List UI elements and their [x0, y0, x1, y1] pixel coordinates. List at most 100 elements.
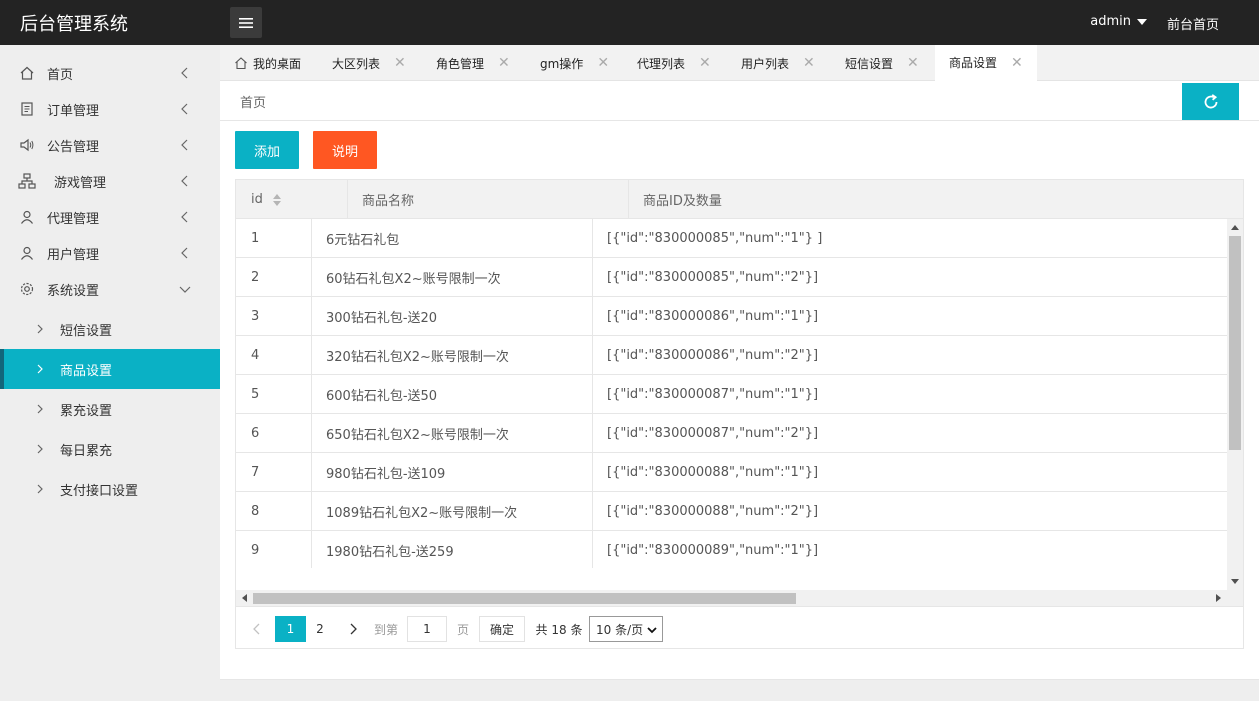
next-page-button[interactable] [344, 616, 364, 642]
sitemap-icon [18, 172, 36, 190]
cell-id: 2 [251, 270, 260, 285]
cell-name: 980钻石礼包-送109 [326, 467, 446, 482]
column-label: 商品名称 [362, 194, 415, 209]
page-2-button[interactable]: 2 [310, 616, 330, 642]
cell-id: 8 [251, 504, 260, 519]
cell-name: 1089钻石礼包X2~账号限制一次 [326, 506, 518, 521]
user-menu[interactable]: admin [1090, 14, 1147, 29]
vertical-scrollbar[interactable] [1227, 219, 1243, 590]
footer-bar [220, 679, 1259, 701]
tab-product-settings[interactable]: 商品设置 ✕ [935, 45, 1037, 81]
tab-agent-list[interactable]: 代理列表 ✕ [637, 45, 711, 81]
instructions-button[interactable]: 说明 [313, 131, 377, 169]
sidebar-item-label: 游戏管理 [54, 175, 107, 191]
close-icon[interactable]: ✕ [1011, 55, 1023, 71]
sidebar-item-label: 订单管理 [47, 103, 100, 119]
cell-name: 300钻石礼包-送20 [326, 311, 438, 326]
prev-page-button[interactable] [246, 616, 266, 642]
menu-toggle-button[interactable] [230, 7, 262, 38]
chevron-left-icon [253, 623, 260, 635]
page-1-button[interactable]: 1 [275, 616, 306, 642]
sidebar-subitem-label: 每日累充 [60, 443, 113, 459]
page-unit-label: 页 [456, 622, 469, 637]
tab-label: 商品设置 [949, 56, 998, 70]
tab-label: 大区列表 [332, 56, 381, 71]
sidebar-item-system-settings[interactable]: 系统设置 [0, 271, 220, 307]
add-button[interactable]: 添加 [235, 131, 299, 169]
tab-user-list[interactable]: 用户列表 ✕ [741, 45, 815, 81]
tab-role-management[interactable]: 角色管理 ✕ [436, 45, 510, 81]
pagination: 1 2 到第 1 页 确定 共 18 条 10 条/页 [236, 606, 1243, 648]
sidebar-subitem-payment-settings[interactable]: 支付接口设置 [0, 469, 220, 509]
app-brand: 后台管理系统 [20, 14, 128, 35]
page-size-select[interactable]: 10 条/页 [589, 616, 663, 642]
table-row: 2 60钻石礼包X2~账号限制一次 [{"id":"830000085","num"… [236, 258, 1227, 297]
tab-label: 代理列表 [637, 56, 686, 71]
scroll-up-icon[interactable] [1231, 224, 1239, 230]
cell-items: [{"id":"830000086","num":"2"}] [607, 348, 819, 363]
column-header-id[interactable]: id [236, 180, 347, 219]
tab-gm-operation[interactable]: gm操作 ✕ [540, 45, 609, 81]
sidebar-item-games[interactable]: 游戏管理 [0, 163, 220, 199]
sidebar-subitem-recharge-settings[interactable]: 累充设置 [0, 389, 220, 429]
chevron-left-icon [181, 175, 188, 187]
cell-id: 7 [251, 465, 260, 480]
home-icon [235, 57, 247, 70]
goto-page-input[interactable]: 1 [407, 616, 447, 642]
scroll-down-icon[interactable] [1231, 579, 1239, 585]
table-header: id 商品名称 商品ID及数量 [236, 180, 1243, 219]
sidebar-subitem-label: 累充设置 [60, 403, 113, 419]
close-icon[interactable]: ✕ [498, 55, 510, 71]
table-row: 9 1980钻石礼包-送259 [{"id":"830000089","num":"… [236, 531, 1227, 568]
cell-id: 1 [251, 231, 260, 246]
sidebar-subitem-label: 短信设置 [60, 323, 113, 339]
cell-items: [{"id":"830000085","num":"2"}] [607, 270, 819, 285]
close-icon[interactable]: ✕ [597, 55, 609, 71]
sidebar-subitem-daily-recharge[interactable]: 每日累充 [0, 429, 220, 469]
sidebar-item-home[interactable]: 首页 [0, 55, 220, 91]
table-row: 6 650钻石礼包X2~账号限制一次 [{"id":"830000087","num… [236, 414, 1227, 453]
sidebar-subitem-label: 商品设置 [60, 363, 113, 379]
total-count: 共 18 条 [535, 622, 583, 637]
column-label: 商品ID及数量 [643, 194, 722, 209]
chevron-right-icon [36, 444, 48, 454]
chevron-right-icon [36, 364, 48, 374]
cell-id: 6 [251, 426, 260, 441]
sort-icon[interactable] [272, 193, 281, 206]
horizontal-scrollbar[interactable] [236, 590, 1227, 606]
sidebar-subitem-sms-settings[interactable]: 短信设置 [0, 309, 220, 349]
sidebar-subitem-label: 支付接口设置 [60, 483, 139, 499]
close-icon[interactable]: ✕ [803, 55, 815, 71]
sidebar-item-notices[interactable]: 公告管理 [0, 127, 220, 163]
sidebar-item-orders[interactable]: 订单管理 [0, 91, 220, 127]
cell-items: [{"id":"830000087","num":"1"}] [607, 387, 819, 402]
sidebar-item-users[interactable]: 用户管理 [0, 235, 220, 271]
scroll-left-icon[interactable] [241, 594, 247, 602]
sidebar-item-agents[interactable]: 代理管理 [0, 199, 220, 235]
table-row: 4 320钻石礼包X2~账号限制一次 [{"id":"830000086","num… [236, 336, 1227, 375]
sidebar-item-label: 代理管理 [47, 211, 100, 227]
column-header-name: 商品名称 [347, 180, 628, 219]
vertical-scroll-thumb[interactable] [1229, 236, 1241, 450]
close-icon[interactable]: ✕ [699, 55, 711, 71]
frontend-home-link[interactable]: 前台首页 [1167, 14, 1219, 33]
sidebar-item-label: 首页 [47, 67, 74, 83]
tab-sms-settings[interactable]: 短信设置 ✕ [845, 45, 919, 81]
sidebar-item-label: 系统设置 [47, 283, 100, 299]
refresh-button[interactable] [1182, 83, 1239, 120]
page-size-value: 10 条/页 [596, 622, 644, 637]
close-icon[interactable]: ✕ [394, 55, 406, 71]
caret-down-icon [1137, 18, 1147, 25]
breadcrumb-home[interactable]: 首页 [240, 92, 266, 111]
tab-my-desktop[interactable]: 我的桌面 [234, 45, 301, 81]
gear-icon [18, 280, 36, 298]
scroll-right-icon[interactable] [1216, 594, 1222, 602]
tab-region-list[interactable]: 大区列表 ✕ [332, 45, 406, 81]
sidebar: 首页 订单管理 公告管理 游戏管理 代理管理 用户管理 系统设置 短信设置 商品… [0, 45, 220, 701]
close-icon[interactable]: ✕ [907, 55, 919, 71]
sidebar-subitem-product-settings[interactable]: 商品设置 [0, 349, 220, 389]
tab-label: 角色管理 [436, 56, 485, 71]
horizontal-scroll-thumb[interactable] [253, 593, 796, 604]
chevron-right-icon [36, 484, 48, 494]
goto-confirm-button[interactable]: 确定 [479, 616, 525, 642]
